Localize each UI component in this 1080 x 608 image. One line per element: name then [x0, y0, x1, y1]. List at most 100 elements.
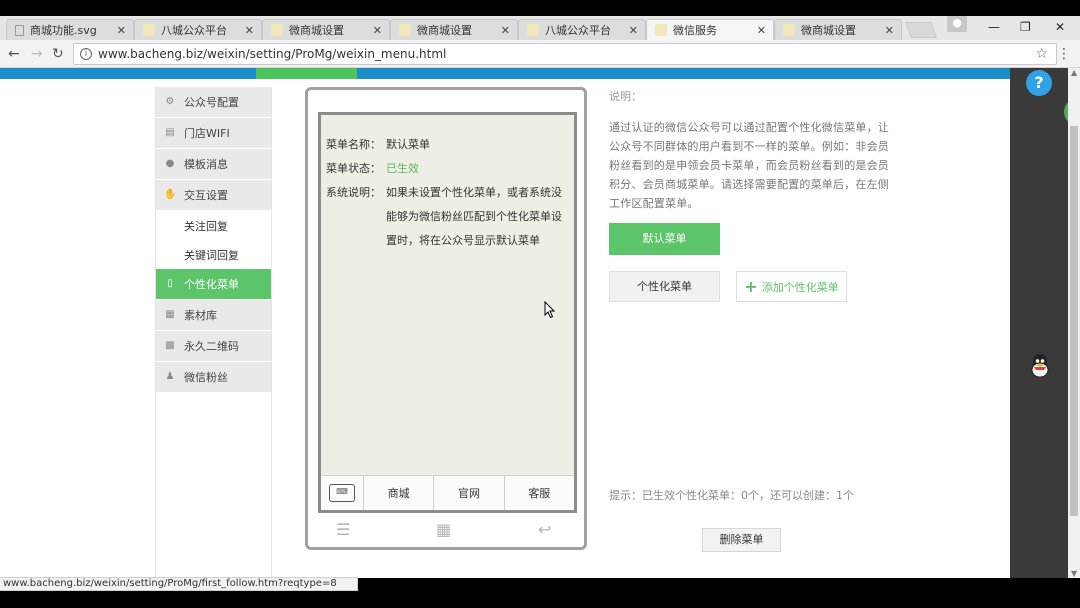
description-panel: 说明： 通过认证的微信公众号可以通过配置个性化微信菜单，让公众号不同群体的用户看… — [609, 87, 889, 213]
info-icon[interactable]: i — [80, 48, 92, 60]
sidebar-item-label: 模板消息 — [184, 158, 228, 171]
menu-button-mall[interactable]: 商城 — [364, 476, 435, 510]
star-icon[interactable]: ☆ — [1035, 46, 1048, 62]
personal-menu-button[interactable]: 个性化菜单 — [609, 271, 720, 302]
browser-toolbar: ← → ↻ i www.bacheng.biz/weixin/setting/P… — [0, 40, 1080, 68]
description-text: 通过认证的微信公众号可以通过配置个性化微信菜单，让公众号不同群体的用户看到不一样… — [609, 121, 889, 210]
header-strip — [0, 68, 1010, 79]
browser-tab-active[interactable]: 微信服务 ✕ — [646, 19, 774, 40]
browser-tab[interactable]: 微商城设置 ✕ — [390, 19, 518, 40]
qrcode-icon: ▩ — [165, 340, 175, 351]
close-window-icon[interactable]: ✕ — [1055, 20, 1065, 34]
sidebar-item-label: 素材库 — [184, 309, 217, 322]
sidebar-item-label: 个性化菜单 — [184, 278, 239, 291]
menu-count-tip: 提示：已生效个性化菜单：0个，还可以创建：1个 — [609, 489, 854, 502]
menu-name-label: 菜单名称： — [326, 138, 381, 151]
reload-icon[interactable]: ↻ — [52, 46, 64, 62]
tab-title: 商城功能.svg — [30, 24, 97, 37]
keyboard-toggle[interactable]: ⌨ — [321, 476, 364, 510]
menu-name-value: 默认菜单 — [386, 138, 430, 151]
sidebar-item-library[interactable]: ▦ 素材库 — [156, 300, 271, 331]
sidebar-item-label: 永久二维码 — [184, 340, 239, 353]
sidebar-subitem-follow-reply[interactable]: 关注回复 — [156, 211, 271, 240]
site-icon — [143, 24, 155, 36]
back-arrow-icon: ↩ — [538, 520, 552, 539]
page-viewport: ? ⚙ 公众号配置 ▤ 门店WIFI ● 模板消息 ✋ 交互设置 关注回复 关键… — [0, 68, 1068, 578]
sidebar-subitem-keyword-reply[interactable]: 关键词回复 — [156, 240, 271, 269]
browser-tab[interactable]: 微商城设置 ✕ — [774, 19, 902, 40]
sidebar-item-label: 交互设置 — [184, 189, 228, 202]
header-active-indicator — [256, 68, 357, 79]
sidebar-item-template-message[interactable]: ● 模板消息 — [156, 149, 271, 180]
scroll-down-icon[interactable]: ▼ — [1071, 569, 1077, 578]
site-icon — [783, 24, 795, 36]
sidebar-item-personal-menu[interactable]: ▯ 个性化菜单 — [156, 269, 271, 300]
close-icon[interactable]: ✕ — [373, 24, 382, 37]
menu-status-label: 菜单状态： — [326, 162, 381, 175]
browser-tab[interactable]: 八城公众平台 ✕ — [518, 19, 646, 40]
close-icon[interactable]: ✕ — [245, 24, 254, 37]
sidebar-item-fans[interactable]: ♟ 微信粉丝 — [156, 362, 271, 393]
browser-tab[interactable]: 八城公众平台 ✕ — [134, 19, 262, 40]
qq-icon[interactable] — [1030, 354, 1050, 378]
sys-desc-value: 如果未设置个性化菜单，或者系统没能够为微信粉丝匹配到个性化菜单设置时，将在公众号… — [386, 186, 562, 247]
close-icon[interactable]: ✕ — [885, 24, 894, 37]
default-menu-button[interactable]: 默认菜单 — [609, 223, 720, 255]
add-personal-menu-button[interactable]: + 添加个性化菜单 — [736, 271, 847, 302]
close-icon[interactable]: ✕ — [117, 24, 126, 37]
tab-title: 微信服务 — [673, 24, 717, 37]
forward-icon[interactable]: → — [31, 46, 43, 62]
scroll-thumb[interactable] — [1070, 126, 1078, 516]
tab-title: 八城公众平台 — [545, 24, 611, 37]
gear-icon: ⚙ — [165, 96, 175, 107]
tab-title: 微商城设置 — [289, 24, 344, 37]
description-label: 说明： — [609, 90, 642, 103]
profile-icon[interactable]: ● — [947, 16, 967, 32]
address-bar[interactable]: i www.bacheng.biz/weixin/setting/ProMg/w… — [73, 43, 1057, 65]
site-icon — [271, 24, 283, 36]
add-menu-label: 添加个性化菜单 — [761, 280, 839, 294]
sidebar-item-store-wifi[interactable]: ▤ 门店WIFI — [156, 118, 271, 149]
menu-button-website[interactable]: 官网 — [434, 476, 505, 510]
scrollbar[interactable]: ▲ ▼ — [1068, 68, 1080, 578]
right-panel — [1010, 68, 1068, 578]
help-icon[interactable]: ? — [1026, 70, 1052, 96]
sidebar-item-label: 微信粉丝 — [184, 371, 228, 384]
site-icon — [399, 24, 411, 36]
minimize-icon[interactable]: — — [988, 20, 1000, 34]
sidebar: ⚙ 公众号配置 ▤ 门店WIFI ● 模板消息 ✋ 交互设置 关注回复 关键词回… — [155, 87, 272, 578]
phone-menu-bar: ⌨ 商城 官网 客服 — [321, 475, 574, 510]
sidebar-item-account-config[interactable]: ⚙ 公众号配置 — [156, 87, 271, 118]
sidebar-item-label: 公众号配置 — [184, 96, 239, 109]
tab-title: 微商城设置 — [801, 24, 856, 37]
delete-menu-button[interactable]: 删除菜单 — [702, 528, 781, 552]
sidebar-item-interaction[interactable]: ✋ 交互设置 — [156, 180, 271, 211]
menu-button-service[interactable]: 客服 — [505, 476, 574, 510]
sidebar-item-qrcode[interactable]: ▩ 永久二维码 — [156, 331, 271, 362]
scroll-up-icon[interactable]: ▲ — [1071, 68, 1077, 77]
phone-screen: 菜单名称： 默认菜单 菜单状态： 已生效 系统说明： 如果未设置个性化菜单，或者… — [318, 112, 577, 513]
phone-icon: ▯ — [167, 278, 173, 289]
menu-status-value: 已生效 — [386, 162, 419, 175]
menu-icon[interactable]: ⋮ — [1057, 46, 1071, 62]
keyboard-icon: ⌨ — [329, 484, 355, 502]
sidebar-item-label: 关键词回复 — [184, 248, 239, 262]
restore-icon[interactable]: ❐ — [1020, 20, 1031, 34]
browser-tab[interactable]: 商城功能.svg ✕ — [6, 19, 134, 40]
plus-icon: + — [744, 277, 758, 296]
mouse-cursor-icon — [544, 301, 556, 319]
browser-tab-strip: 商城功能.svg ✕ 八城公众平台 ✕ 微商城设置 ✕ 微商城设置 ✕ 八城公众… — [0, 16, 1080, 40]
user-icon: ● — [165, 158, 175, 169]
new-tab-button[interactable] — [905, 22, 937, 38]
site-icon — [655, 24, 667, 36]
library-icon: ▦ — [165, 309, 175, 320]
sidebar-item-label: 门店WIFI — [184, 127, 230, 140]
fans-icon: ♟ — [165, 371, 175, 382]
close-icon[interactable]: ✕ — [501, 24, 510, 37]
back-icon[interactable]: ← — [8, 46, 20, 62]
close-icon[interactable]: ✕ — [629, 24, 638, 37]
browser-tab[interactable]: 微商城设置 ✕ — [262, 19, 390, 40]
sidebar-item-label: 关注回复 — [184, 219, 228, 233]
url-text: www.bacheng.biz/weixin/setting/ProMg/wei… — [98, 47, 447, 61]
close-icon[interactable]: ✕ — [757, 24, 766, 37]
